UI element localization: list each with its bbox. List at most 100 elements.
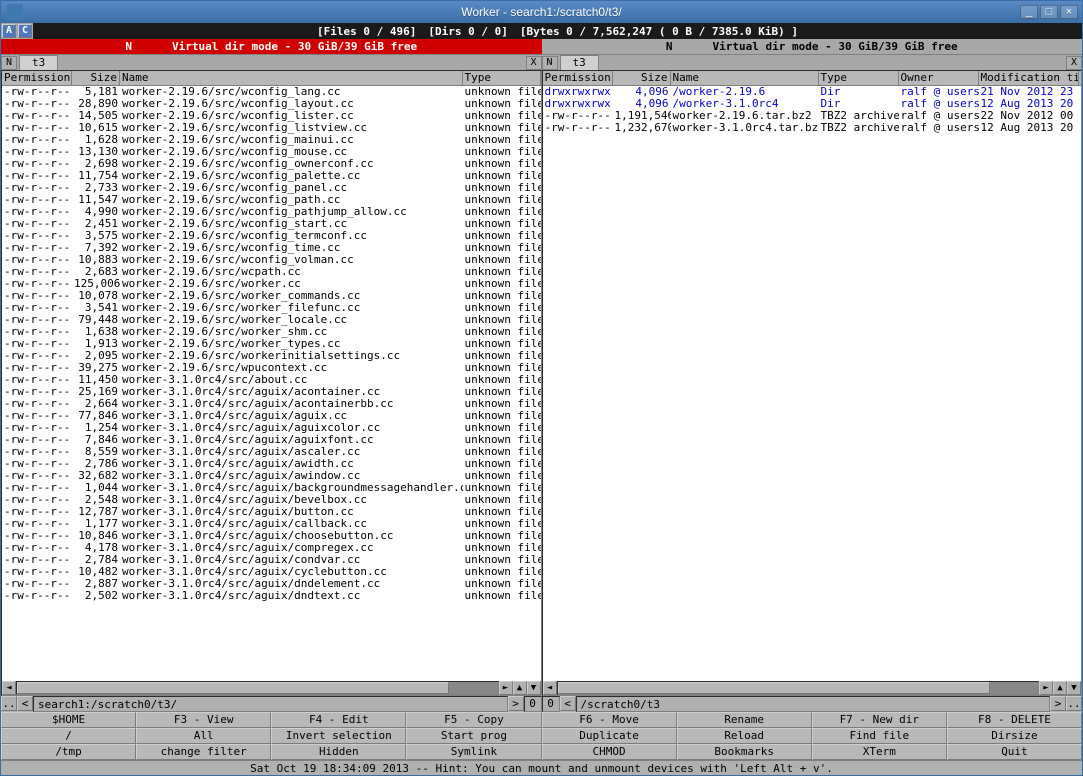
table-row[interactable]: drwxrwxrwx4,096/worker-3.1.0rc4Dirralf @…: [543, 98, 1082, 110]
col-permission[interactable]: Permission: [543, 71, 613, 85]
col-size[interactable]: Size: [72, 71, 120, 85]
table-row[interactable]: -rw-r--r--10,482worker-3.1.0rc4/src/agui…: [2, 566, 541, 578]
table-row[interactable]: -rw-r--r--1,177worker-3.1.0rc4/src/aguix…: [2, 518, 541, 530]
table-row[interactable]: -rw-r--r--7,846worker-3.1.0rc4/src/aguix…: [2, 434, 541, 446]
col-owner[interactable]: Owner: [899, 71, 979, 85]
table-row[interactable]: -rw-r--r--2,451worker-2.19.6/src/wconfig…: [2, 218, 541, 230]
config-button[interactable]: C: [18, 24, 32, 38]
table-row[interactable]: -rw-r--r--13,130worker-2.19.6/src/wconfi…: [2, 146, 541, 158]
cmd--home[interactable]: $HOME: [1, 712, 136, 728]
cmd-bookmarks[interactable]: Bookmarks: [677, 744, 812, 760]
col-type[interactable]: Type: [819, 71, 899, 85]
table-row[interactable]: -rw-r--r--5,181worker-2.19.6/src/wconfig…: [2, 86, 541, 98]
scroll-up-icon[interactable]: ▲: [513, 681, 527, 695]
table-row[interactable]: -rw-r--r--4,178worker-3.1.0rc4/src/aguix…: [2, 542, 541, 554]
table-row[interactable]: -rw-r--r--2,733worker-2.19.6/src/wconfig…: [2, 182, 541, 194]
maximize-button[interactable]: □: [1040, 5, 1058, 19]
scroll-up-icon[interactable]: ▲: [1053, 681, 1067, 695]
path-back-left[interactable]: <: [17, 696, 33, 711]
path-history-right[interactable]: ..: [1066, 696, 1082, 711]
table-row[interactable]: -rw-r--r--1,254worker-3.1.0rc4/src/aguix…: [2, 422, 541, 434]
col-modification[interactable]: Modification ti: [979, 71, 1079, 85]
left-file-list[interactable]: -rw-r--r--5,181worker-2.19.6/src/wconfig…: [2, 86, 541, 681]
table-row[interactable]: -rw-r--r--10,078worker-2.19.6/src/worker…: [2, 290, 541, 302]
path-forward-left[interactable]: >: [508, 696, 524, 711]
table-row[interactable]: drwxrwxrwx4,096/worker-2.19.6Dirralf @ u…: [543, 86, 1082, 98]
table-row[interactable]: -rw-r--r--77,846worker-3.1.0rc4/src/agui…: [2, 410, 541, 422]
table-row[interactable]: -rw-r--r--3,541worker-2.19.6/src/worker_…: [2, 302, 541, 314]
table-row[interactable]: -rw-r--r--1,913worker-2.19.6/src/worker_…: [2, 338, 541, 350]
table-row[interactable]: -rw-r--r--2,683worker-2.19.6/src/wcpath.…: [2, 266, 541, 278]
table-row[interactable]: -rw-r--r--79,448worker-2.19.6/src/worker…: [2, 314, 541, 326]
table-row[interactable]: -rw-r--r--11,450worker-3.1.0rc4/src/abou…: [2, 374, 541, 386]
cmd-quit[interactable]: Quit: [947, 744, 1082, 760]
table-row[interactable]: -rw-r--r--32,682worker-3.1.0rc4/src/agui…: [2, 470, 541, 482]
table-row[interactable]: -rw-r--r--2,095worker-2.19.6/src/workeri…: [2, 350, 541, 362]
scroll-right-icon[interactable]: ►: [499, 681, 513, 695]
table-row[interactable]: -rw-r--r--1,232,670worker-3.1.0rc4.tar.b…: [543, 122, 1082, 134]
table-row[interactable]: -rw-r--r--4,990worker-2.19.6/src/wconfig…: [2, 206, 541, 218]
table-row[interactable]: -rw-r--r--2,664worker-3.1.0rc4/src/aguix…: [2, 398, 541, 410]
cmd-f6-move[interactable]: F6 - Move: [542, 712, 677, 728]
about-button[interactable]: A: [2, 24, 16, 38]
path-input-right[interactable]: [576, 696, 1051, 712]
scroll-left-icon[interactable]: ◄: [2, 681, 16, 695]
scroll-h-left[interactable]: [16, 681, 499, 695]
cmd-rename[interactable]: Rename: [677, 712, 812, 728]
table-row[interactable]: -rw-r--r--1,628worker-2.19.6/src/wconfig…: [2, 134, 541, 146]
cmd-dirsize[interactable]: Dirsize: [947, 728, 1082, 744]
cmd-f5-copy[interactable]: F5 - Copy: [406, 712, 541, 728]
table-row[interactable]: -rw-r--r--125,006worker-2.19.6/src/worke…: [2, 278, 541, 290]
table-row[interactable]: -rw-r--r--2,784worker-3.1.0rc4/src/aguix…: [2, 554, 541, 566]
scroll-down-icon[interactable]: ▼: [527, 681, 541, 695]
table-row[interactable]: -rw-r--r--2,887worker-3.1.0rc4/src/aguix…: [2, 578, 541, 590]
col-name[interactable]: Name: [120, 71, 463, 85]
tab-left[interactable]: t3: [19, 55, 58, 70]
tab-right[interactable]: t3: [560, 55, 599, 70]
table-row[interactable]: -rw-r--r--39,275worker-2.19.6/src/wpucon…: [2, 362, 541, 374]
scroll-down-icon[interactable]: ▼: [1067, 681, 1081, 695]
scroll-right-icon[interactable]: ►: [1039, 681, 1053, 695]
new-tab-left[interactable]: N: [1, 56, 17, 70]
table-row[interactable]: -rw-r--r--11,754worker-2.19.6/src/wconfi…: [2, 170, 541, 182]
table-row[interactable]: -rw-r--r--1,638worker-2.19.6/src/worker_…: [2, 326, 541, 338]
cmd-all[interactable]: All: [136, 728, 271, 744]
cmd-duplicate[interactable]: Duplicate: [542, 728, 677, 744]
right-file-list[interactable]: drwxrwxrwx4,096/worker-2.19.6Dirralf @ u…: [543, 86, 1082, 681]
col-size[interactable]: Size: [613, 71, 671, 85]
table-row[interactable]: -rw-r--r--2,502worker-3.1.0rc4/src/aguix…: [2, 590, 541, 602]
table-row[interactable]: -rw-r--r--10,615worker-2.19.6/src/wconfi…: [2, 122, 541, 134]
cmd-find-file[interactable]: Find file: [812, 728, 947, 744]
cmd--[interactable]: /: [1, 728, 136, 744]
table-row[interactable]: -rw-r--r--12,787worker-3.1.0rc4/src/agui…: [2, 506, 541, 518]
cmd-reload[interactable]: Reload: [677, 728, 812, 744]
table-row[interactable]: -rw-r--r--10,846worker-3.1.0rc4/src/agui…: [2, 530, 541, 542]
cmd-f3-view[interactable]: F3 - View: [136, 712, 271, 728]
col-type[interactable]: Type: [463, 71, 541, 85]
path-back-right[interactable]: <: [560, 696, 576, 711]
minimize-button[interactable]: _: [1020, 5, 1038, 19]
cmd-symlink[interactable]: Symlink: [406, 744, 541, 760]
table-row[interactable]: -rw-r--r--7,392worker-2.19.6/src/wconfig…: [2, 242, 541, 254]
table-row[interactable]: -rw-r--r--11,547worker-2.19.6/src/wconfi…: [2, 194, 541, 206]
table-row[interactable]: -rw-r--r--2,698worker-2.19.6/src/wconfig…: [2, 158, 541, 170]
new-tab-right[interactable]: N: [542, 56, 558, 70]
close-tab-right[interactable]: X: [1066, 56, 1082, 70]
table-row[interactable]: -rw-r--r--1,191,546worker-2.19.6.tar.bz2…: [543, 110, 1082, 122]
table-row[interactable]: -rw-r--r--1,044worker-3.1.0rc4/src/aguix…: [2, 482, 541, 494]
scroll-left-icon[interactable]: ◄: [543, 681, 557, 695]
close-tab-left[interactable]: X: [526, 56, 542, 70]
cmd-hidden[interactable]: Hidden: [271, 744, 406, 760]
cmd-xterm[interactable]: XTerm: [812, 744, 947, 760]
table-row[interactable]: -rw-r--r--8,559worker-3.1.0rc4/src/aguix…: [2, 446, 541, 458]
cmd-f7-new-dir[interactable]: F7 - New dir: [812, 712, 947, 728]
table-row[interactable]: -rw-r--r--28,890worker-2.19.6/src/wconfi…: [2, 98, 541, 110]
table-row[interactable]: -rw-r--r--10,883worker-2.19.6/src/wconfi…: [2, 254, 541, 266]
cmd-change-filter[interactable]: change filter: [136, 744, 271, 760]
table-row[interactable]: -rw-r--r--2,786worker-3.1.0rc4/src/aguix…: [2, 458, 541, 470]
cmd-invert-selection[interactable]: Invert selection: [271, 728, 406, 744]
table-row[interactable]: -rw-r--r--25,169worker-3.1.0rc4/src/agui…: [2, 386, 541, 398]
path-forward-right[interactable]: >: [1050, 696, 1066, 711]
cmd-start-prog[interactable]: Start prog: [406, 728, 541, 744]
cmd-f8-delete[interactable]: F8 - DELETE: [947, 712, 1082, 728]
